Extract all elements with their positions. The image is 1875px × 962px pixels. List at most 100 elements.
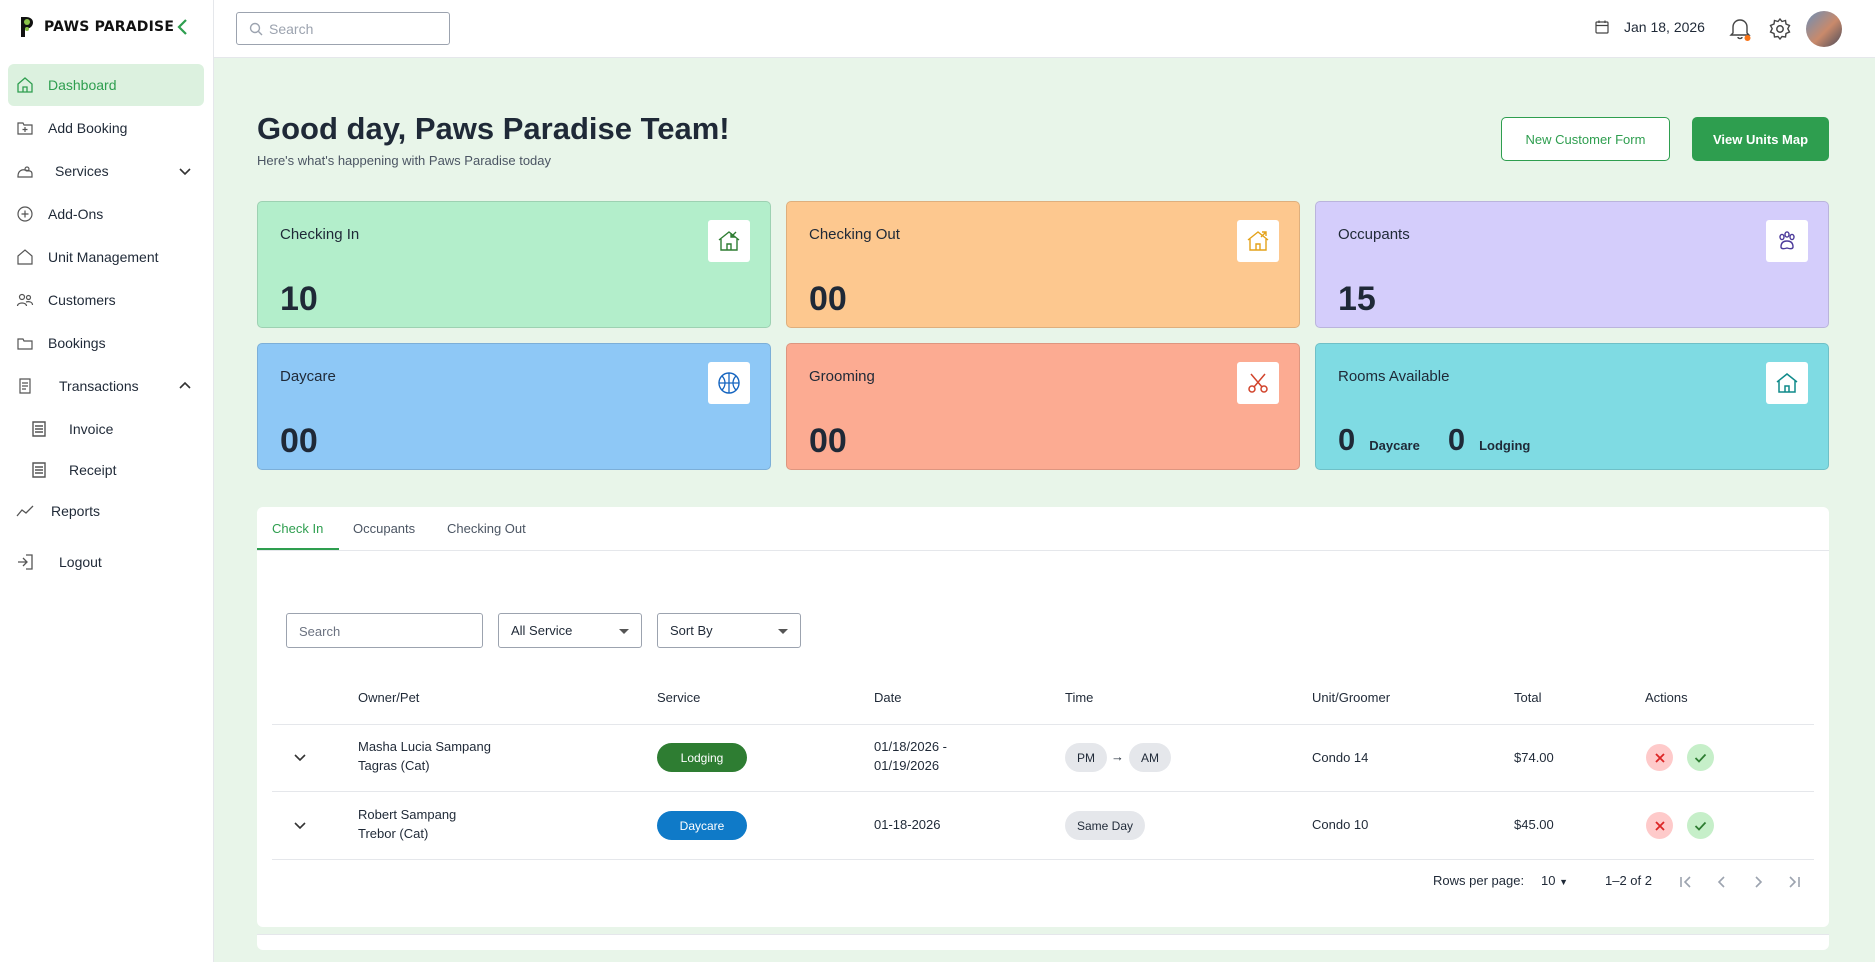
time-to-pill: AM: [1129, 743, 1171, 772]
chevron-down-icon[interactable]: [293, 818, 307, 832]
owner-name: Masha Lucia Sampang: [358, 739, 491, 754]
sidebar-item-customers[interactable]: Customers: [8, 279, 204, 321]
service-filter-select[interactable]: All Service: [498, 613, 642, 648]
sort-by-value: Sort By: [670, 623, 713, 638]
date-range-end: 01/19/2026: [874, 758, 940, 773]
sidebar-item-add-booking[interactable]: Add Booking: [8, 107, 204, 149]
pet-name: Trebor (Cat): [358, 826, 429, 841]
first-page-icon[interactable]: [1678, 874, 1694, 890]
date-range-start: 01/18/2026 -: [874, 739, 948, 754]
bell-icon[interactable]: [1728, 16, 1752, 42]
topbar: Search Jan 18, 2026: [214, 0, 1875, 58]
daycare-card[interactable]: Daycare 00: [257, 343, 771, 470]
sidebar-item-services[interactable]: Services: [8, 150, 204, 192]
sidebar-item-label: Add Booking: [48, 120, 128, 136]
panel-footer: [257, 934, 1829, 950]
sort-by-select[interactable]: Sort By: [657, 613, 801, 648]
divider: [272, 791, 1814, 792]
arrow-right-icon: →: [1111, 749, 1124, 764]
close-icon: [1654, 752, 1665, 763]
previous-page-icon[interactable]: [1714, 874, 1730, 890]
card-title: Checking Out: [809, 226, 900, 243]
chevron-left-icon[interactable]: [174, 17, 192, 37]
daycare-rooms-value: 0: [1338, 422, 1356, 457]
checking-out-card[interactable]: Checking Out 00: [786, 201, 1300, 328]
search-input[interactable]: Search: [236, 12, 450, 45]
daycare-rooms-label: Daycare: [1369, 438, 1420, 453]
sidebar-item-reports[interactable]: Reports: [8, 490, 204, 532]
sidebar-item-dashboard[interactable]: Dashboard: [8, 64, 204, 106]
tab-bar: Check In Occupants Checking Out: [257, 507, 1829, 551]
grooming-card[interactable]: Grooming 00: [786, 343, 1300, 470]
sidebar-item-receipt[interactable]: Receipt: [8, 449, 204, 491]
total-amount: $74.00: [1514, 750, 1554, 765]
card-value: 00: [809, 422, 847, 460]
table-search-input[interactable]: Search: [286, 613, 483, 648]
gear-icon[interactable]: [1768, 17, 1792, 41]
new-customer-form-button[interactable]: New Customer Form: [1501, 117, 1670, 161]
tab-check-in[interactable]: Check In: [272, 521, 323, 536]
column-header: Actions: [1645, 690, 1688, 705]
column-header: Unit/Groomer: [1312, 690, 1391, 705]
rooms-available-card[interactable]: Rooms Available 0 Daycare 0 Lodging: [1315, 343, 1829, 470]
column-header: Owner/Pet: [358, 690, 420, 705]
checking-in-card[interactable]: Checking In 10: [257, 201, 771, 328]
card-value: 10: [280, 280, 318, 318]
avatar[interactable]: [1806, 11, 1842, 47]
card-value: 15: [1338, 280, 1376, 318]
brand-logo[interactable]: PAWS PARADISE: [16, 15, 174, 39]
trend-line-icon: [16, 505, 34, 517]
invoice-icon: [32, 421, 46, 437]
rooms-breakdown: 0 Daycare 0 Lodging: [1338, 422, 1558, 458]
service-badge: Lodging: [657, 743, 747, 772]
folder-plus-icon: [17, 122, 33, 135]
folder-icon: [17, 338, 33, 350]
sidebar-item-label: Services: [55, 163, 109, 179]
sidebar-item-logout[interactable]: Logout: [8, 541, 204, 583]
reject-button[interactable]: [1646, 744, 1673, 771]
sidebar-item-bookings[interactable]: Bookings: [8, 322, 204, 364]
sidebar-item-unit-management[interactable]: Unit Management: [8, 236, 204, 278]
logout-icon: [18, 554, 33, 570]
sidebar-item-add-ons[interactable]: Add-Ons: [8, 193, 204, 235]
home-icon: [17, 77, 33, 93]
divider: [272, 859, 1814, 860]
service-filter-value: All Service: [511, 623, 573, 638]
approve-button[interactable]: [1687, 812, 1714, 839]
sidebar-item-label: Bookings: [48, 335, 106, 351]
rows-per-page-label: Rows per page:: [1433, 873, 1525, 888]
unit-name: Condo 14: [1312, 750, 1369, 765]
sidebar-item-label: Receipt: [69, 462, 117, 478]
paw-logo-icon: [21, 17, 33, 37]
next-page-icon[interactable]: [1750, 874, 1766, 890]
reject-button[interactable]: [1646, 812, 1673, 839]
card-title: Occupants: [1338, 226, 1410, 243]
page-subtitle: Here's what's happening with Paws Paradi…: [257, 153, 552, 168]
approve-button[interactable]: [1687, 744, 1714, 771]
sidebar-item-label: Reports: [51, 503, 101, 519]
pet-name: Tagras (Cat): [358, 758, 430, 773]
sidebar-item-transactions[interactable]: Transactions: [8, 365, 204, 407]
search-placeholder: Search: [269, 20, 314, 37]
brand-name: PAWS PARADISE: [44, 19, 175, 35]
ball-icon: [708, 362, 750, 404]
sidebar-item-invoice[interactable]: Invoice: [8, 408, 204, 450]
check-in-house-icon: [708, 220, 750, 262]
chevron-up-icon[interactable]: [178, 379, 192, 393]
last-page-icon[interactable]: [1786, 874, 1802, 890]
rows-per-page-select[interactable]: 10 ▼: [1541, 873, 1568, 888]
chevron-down-icon[interactable]: [178, 164, 192, 178]
tab-occupants[interactable]: Occupants: [353, 521, 415, 536]
caret-down-icon: ▼: [1559, 877, 1569, 887]
lodging-rooms-label: Lodging: [1479, 438, 1531, 453]
chevron-down-icon[interactable]: [293, 750, 307, 764]
calendar-icon: [1595, 20, 1609, 34]
active-tab-indicator: [257, 548, 339, 550]
tab-checking-out[interactable]: Checking Out: [447, 521, 526, 536]
view-units-map-button[interactable]: View Units Map: [1692, 117, 1829, 161]
date: 01-18-2026: [874, 817, 941, 832]
pagination-range: 1–2 of 2: [1605, 873, 1652, 888]
card-title: Daycare: [280, 368, 336, 385]
occupants-card[interactable]: Occupants 15: [1315, 201, 1829, 328]
sidebar-item-label: Transactions: [59, 378, 139, 394]
